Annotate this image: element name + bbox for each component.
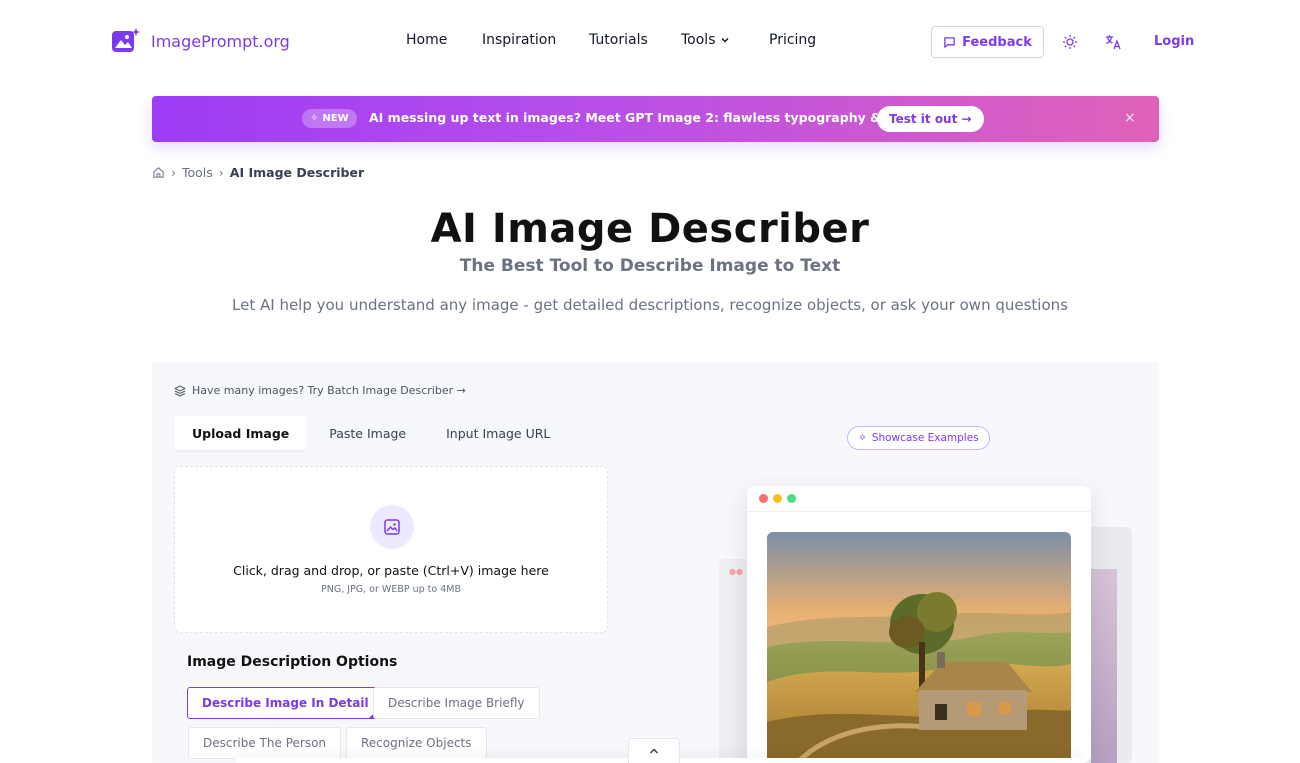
message-icon xyxy=(944,36,955,48)
logo-text: ImagePrompt.org xyxy=(151,31,290,51)
nav-home[interactable]: Home xyxy=(406,32,447,48)
theme-toggle-button[interactable] xyxy=(1059,31,1081,53)
option-label: Describe Image Briefly xyxy=(388,696,525,710)
breadcrumb-tools[interactable]: Tools xyxy=(182,165,213,180)
test-it-out-button[interactable]: Test it out → xyxy=(877,106,984,132)
login-link[interactable]: Login xyxy=(1154,34,1194,49)
showcase-examples-button[interactable]: ✧ Showcase Examples xyxy=(847,426,990,450)
banner-text: AI messing up text in images? Meet GPT I… xyxy=(369,110,938,125)
collapse-toggle-button[interactable] xyxy=(628,738,680,763)
home-icon[interactable] xyxy=(152,166,165,179)
close-icon[interactable]: × xyxy=(1124,110,1136,126)
nav-tutorials[interactable]: Tutorials xyxy=(589,32,648,48)
chevron-right-icon: › xyxy=(218,165,224,180)
dropzone-subtitle: PNG, JPG, or WEBP up to 4MB xyxy=(321,584,461,595)
window-dots-icon: ●● xyxy=(729,567,743,576)
batch-link-label: Have many images? Try Batch Image Descri… xyxy=(192,384,466,397)
page-subtitle: The Best Tool to Describe Image to Text xyxy=(459,256,841,276)
new-badge-label: NEW xyxy=(322,113,349,124)
option-recognize-objects[interactable]: Recognize Objects xyxy=(346,727,487,759)
feedback-label: Feedback xyxy=(962,34,1032,50)
sun-icon xyxy=(1063,35,1077,49)
option-describe-briefly[interactable]: Describe Image Briefly xyxy=(373,687,540,719)
example-card[interactable] xyxy=(747,486,1091,763)
tab-upload-image[interactable]: Upload Image xyxy=(174,416,308,450)
options-title: Image Description Options xyxy=(187,654,398,670)
translate-icon xyxy=(1105,35,1121,50)
dropzone-title: Click, drag and drop, or paste (Ctrl+V) … xyxy=(233,563,549,578)
input-tabs: Upload Image Paste Image Input Image URL xyxy=(174,416,568,450)
example-card-back-right xyxy=(1086,527,1132,763)
site-header: ImagePrompt.org Home Inspiration Tutoria… xyxy=(0,0,1300,84)
chevron-down-icon xyxy=(721,38,728,43)
upload-dropzone[interactable]: Click, drag and drop, or paste (Ctrl+V) … xyxy=(174,466,608,633)
chevron-right-icon: › xyxy=(171,165,176,180)
sparkle-icon: ✧ xyxy=(310,113,319,124)
nav-tools-label: Tools xyxy=(681,32,716,48)
example-painting-image xyxy=(767,532,1071,763)
breadcrumb: › Tools › AI Image Describer xyxy=(152,165,364,180)
showcase-label: Showcase Examples xyxy=(871,432,979,444)
layers-icon xyxy=(174,384,186,397)
window-dot-green xyxy=(787,494,796,503)
image-upload-icon xyxy=(370,505,414,549)
option-label: Recognize Objects xyxy=(361,736,472,750)
sparkles-icon: ✧ xyxy=(858,432,867,444)
new-badge: ✧ NEW xyxy=(302,109,357,128)
option-describe-the-person[interactable]: Describe The Person xyxy=(188,727,342,759)
chevron-up-icon xyxy=(649,748,659,754)
nav-tools[interactable]: Tools xyxy=(681,32,730,48)
window-bar xyxy=(747,486,1091,512)
breadcrumb-current: AI Image Describer xyxy=(229,165,365,180)
page-title: AI Image Describer xyxy=(430,206,870,252)
example-thumbnail xyxy=(1091,569,1117,763)
nav-pricing[interactable]: Pricing xyxy=(769,32,816,48)
option-label: Describe Image In Detail xyxy=(202,696,369,710)
feedback-button[interactable]: Feedback xyxy=(931,26,1044,58)
window-dot-red xyxy=(759,494,768,503)
logo-icon xyxy=(112,28,140,52)
language-button[interactable] xyxy=(1102,31,1124,53)
option-describe-in-detail[interactable]: Describe Image In Detail ✓ xyxy=(187,687,384,719)
nav-inspiration[interactable]: Inspiration xyxy=(482,32,556,48)
option-label: Describe The Person xyxy=(203,736,327,750)
batch-link[interactable]: Have many images? Try Batch Image Descri… xyxy=(174,384,466,397)
tab-paste-image[interactable]: Paste Image xyxy=(311,416,424,450)
page-description: Let AI help you understand any image - g… xyxy=(232,296,1068,314)
logo[interactable]: ImagePrompt.org xyxy=(111,27,290,55)
window-dot-yellow xyxy=(773,494,782,503)
announcement-banner: ✧ NEW AI messing up text in images? Meet… xyxy=(152,96,1159,142)
tab-input-image-url[interactable]: Input Image URL xyxy=(428,416,568,450)
